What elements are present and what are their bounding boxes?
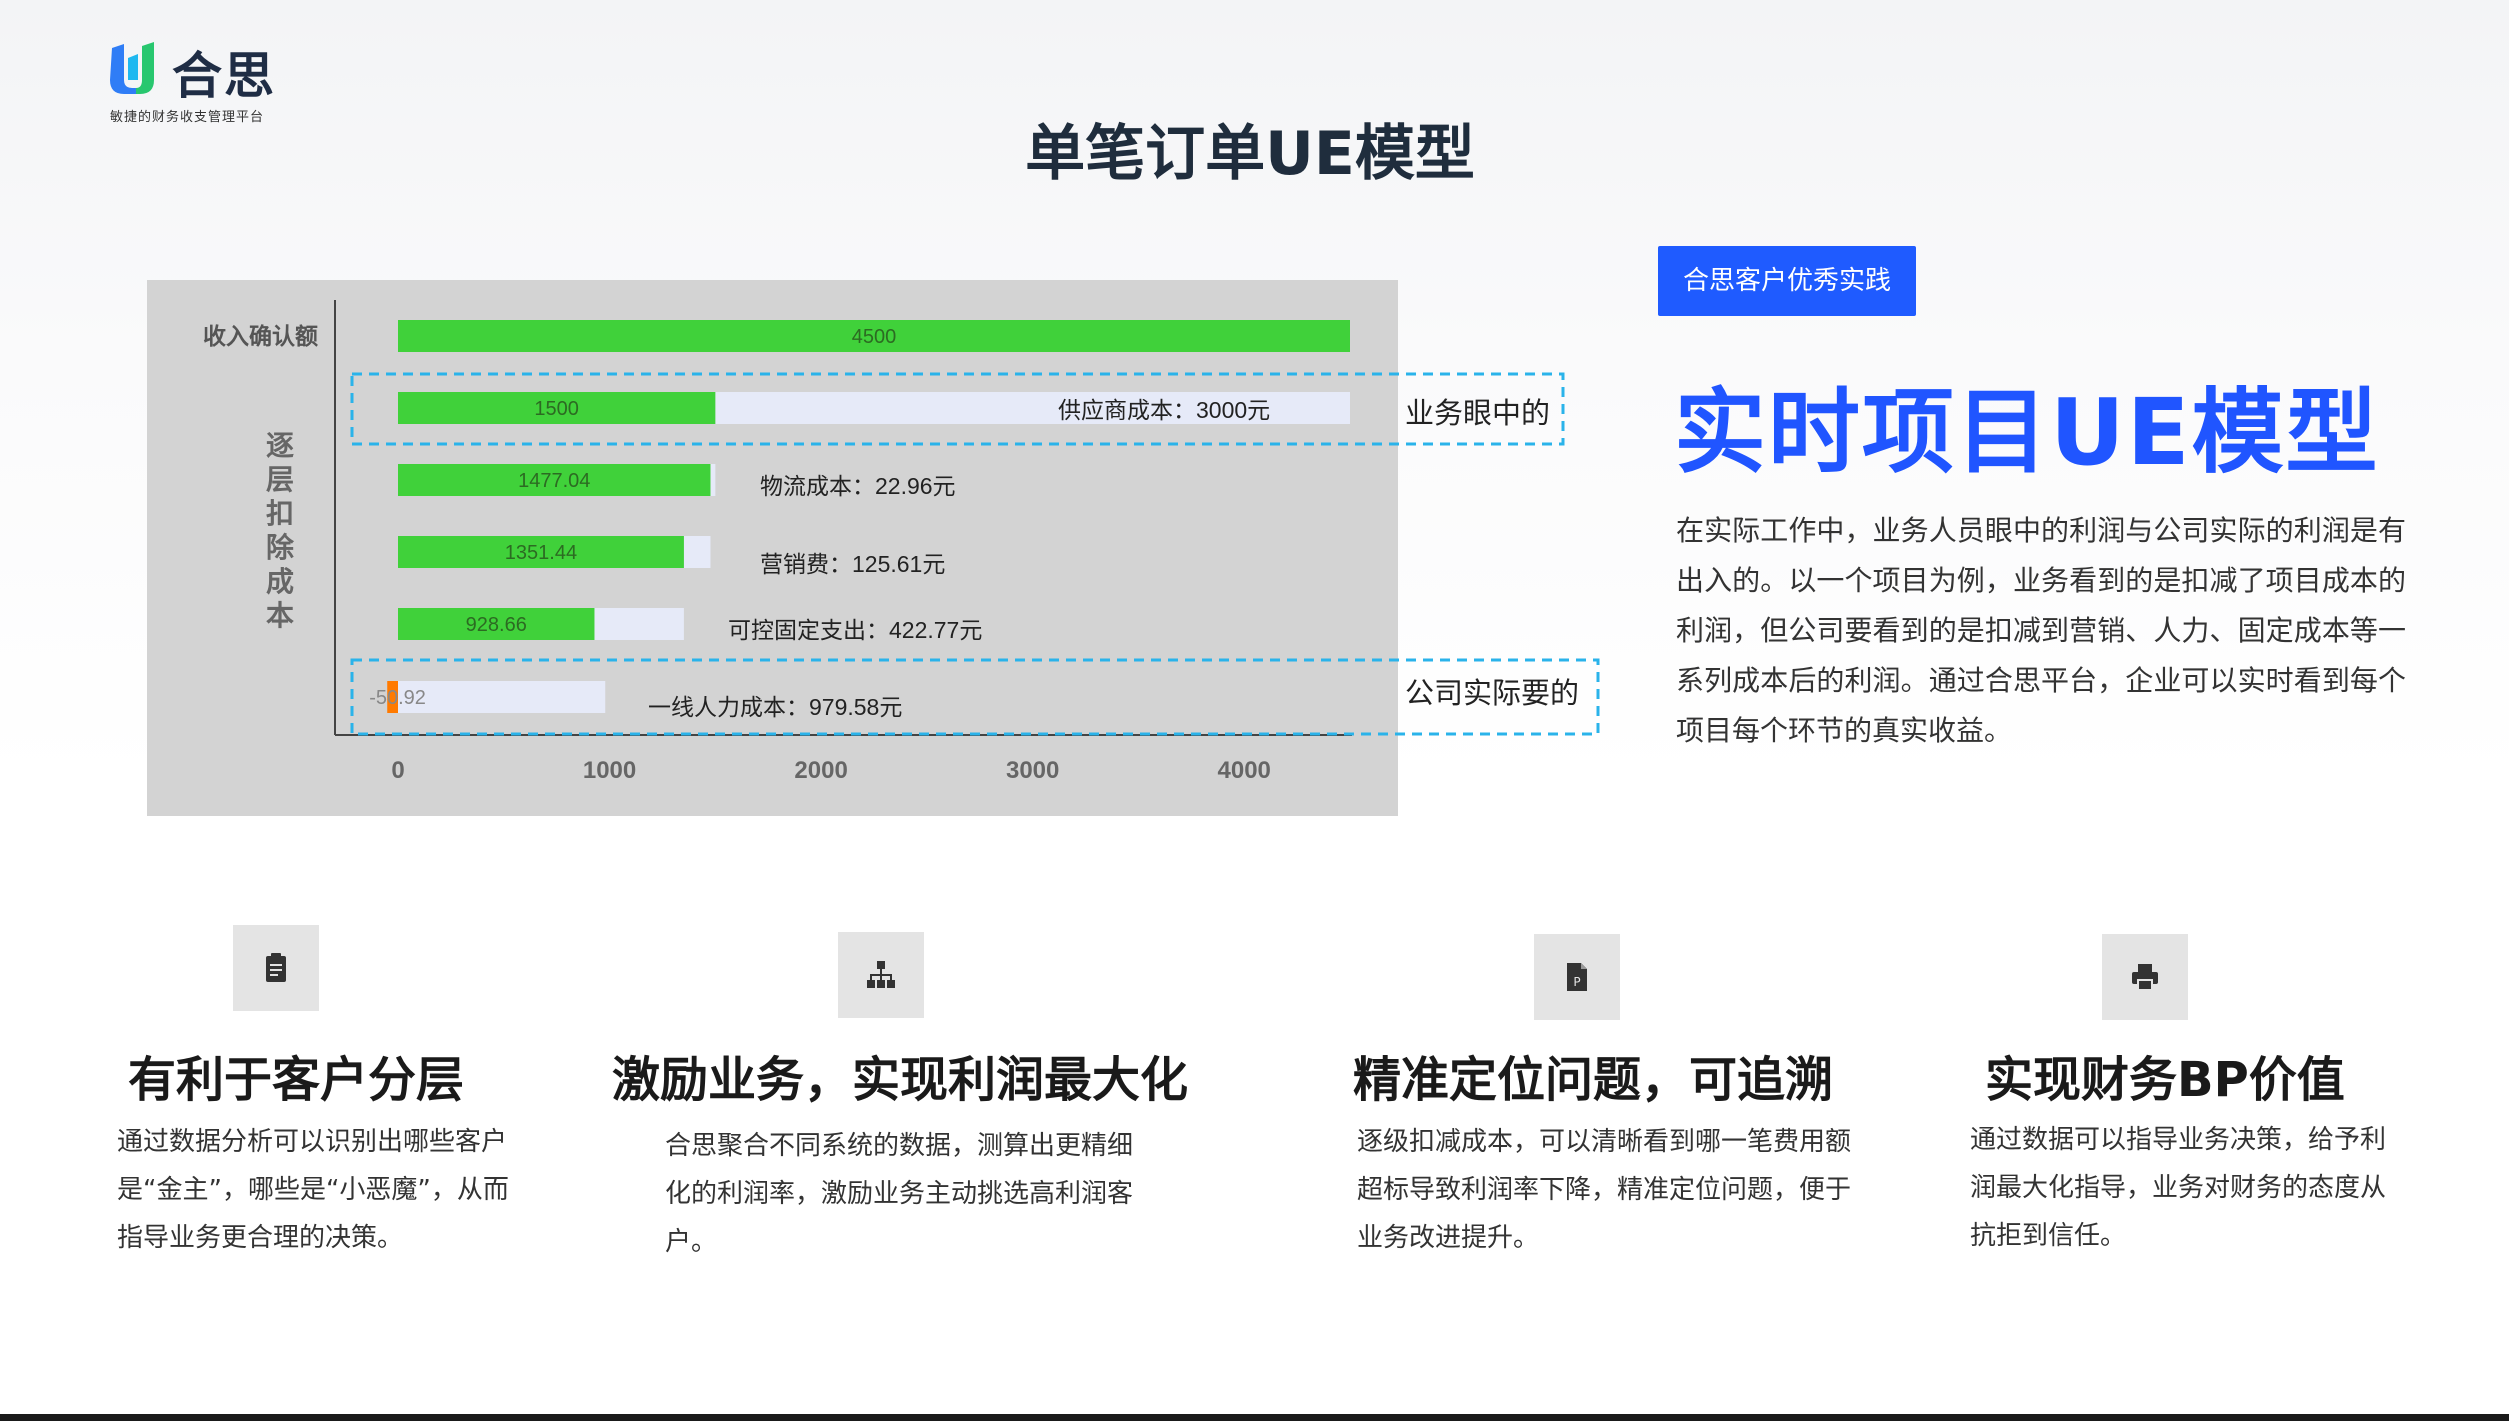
group-label-char: 扣 — [266, 498, 294, 529]
group-label-char: 层 — [266, 464, 294, 495]
highlight-label-business: 业务眼中的 — [1405, 397, 1550, 430]
x-tick-label: 2000 — [794, 757, 847, 784]
value-label: 1477.04 — [518, 470, 590, 492]
x-tick-label: 0 — [391, 757, 404, 784]
feature-text-3: 逐级扣减成本，可以清晰看到哪一笔费用额超标导致利润率下降，精准定位问题，便于业务… — [1357, 1127, 1852, 1253]
feature-title-1: 有利于客户分层 — [128, 1052, 465, 1108]
x-tick-label: 4000 — [1218, 757, 1271, 784]
deduction-label: 供应商成本：3000元 — [1058, 397, 1270, 423]
deduction-bar — [710, 464, 716, 496]
clipboard-icon — [233, 925, 319, 1011]
deduction-label: 一线人力成本：979.58元 — [648, 694, 902, 720]
deduction-bar — [398, 681, 606, 713]
feature-title-3: 精准定位问题，可追溯 — [1353, 1052, 1834, 1108]
category-label: 收入确认额 — [203, 323, 318, 349]
section-description: 在实际工作中，业务人员眼中的利润与公司实际的利润是有出入的。以一个项目为例，业务… — [1676, 514, 2406, 747]
sitemap-icon — [838, 932, 924, 1018]
feature-text-4: 通过数据可以指导业务决策，给予利润最大化指导，业务对财务的态度从抗拒到信任。 — [1970, 1125, 2387, 1251]
group-label-char: 逐 — [266, 430, 294, 461]
value-label: 1351.44 — [505, 542, 577, 564]
feature-title-4: 实现财务BP价值 — [1985, 1052, 2345, 1108]
deduction-label: 物流成本：22.96元 — [760, 473, 956, 499]
svg-text:P: P — [1573, 975, 1580, 989]
feature-title-2: 激励业务，实现利润最大化 — [612, 1052, 1189, 1108]
printer-icon — [2102, 934, 2188, 1020]
x-tick-label: 1000 — [583, 757, 636, 784]
highlight-label-company: 公司实际要的 — [1405, 677, 1579, 710]
document-p-icon: P — [1534, 934, 1620, 1020]
group-label-char: 成 — [266, 566, 294, 597]
x-tick-label: 3000 — [1006, 757, 1059, 784]
value-label: 1500 — [534, 398, 579, 420]
value-label: -50.92 — [369, 687, 426, 709]
bottom-rule — [0, 1414, 2509, 1421]
feature-text-1: 通过数据分析可以识别出哪些客户是“金主”，哪些是“小恶魔”，从而指导业务更合理的… — [117, 1127, 509, 1253]
section-title: 实时项目UE模型 — [1674, 379, 2380, 486]
customer-practice-badge: 合思客户优秀实践 — [1658, 246, 1916, 316]
value-label: 4500 — [852, 326, 897, 348]
deduction-bar — [594, 608, 684, 640]
group-label-char: 除 — [266, 531, 295, 563]
deduction-label: 可控固定支出：422.77元 — [728, 617, 982, 643]
deduction-bar — [683, 536, 711, 568]
deduction-label: 营销费：125.61元 — [760, 551, 945, 577]
value-label: 928.66 — [466, 614, 527, 636]
feature-text-2: 合思聚合不同系统的数据，测算出更精细化的利润率，激励业务主动挑选高利润客户。 — [665, 1131, 1134, 1257]
group-label-char: 本 — [266, 600, 294, 631]
